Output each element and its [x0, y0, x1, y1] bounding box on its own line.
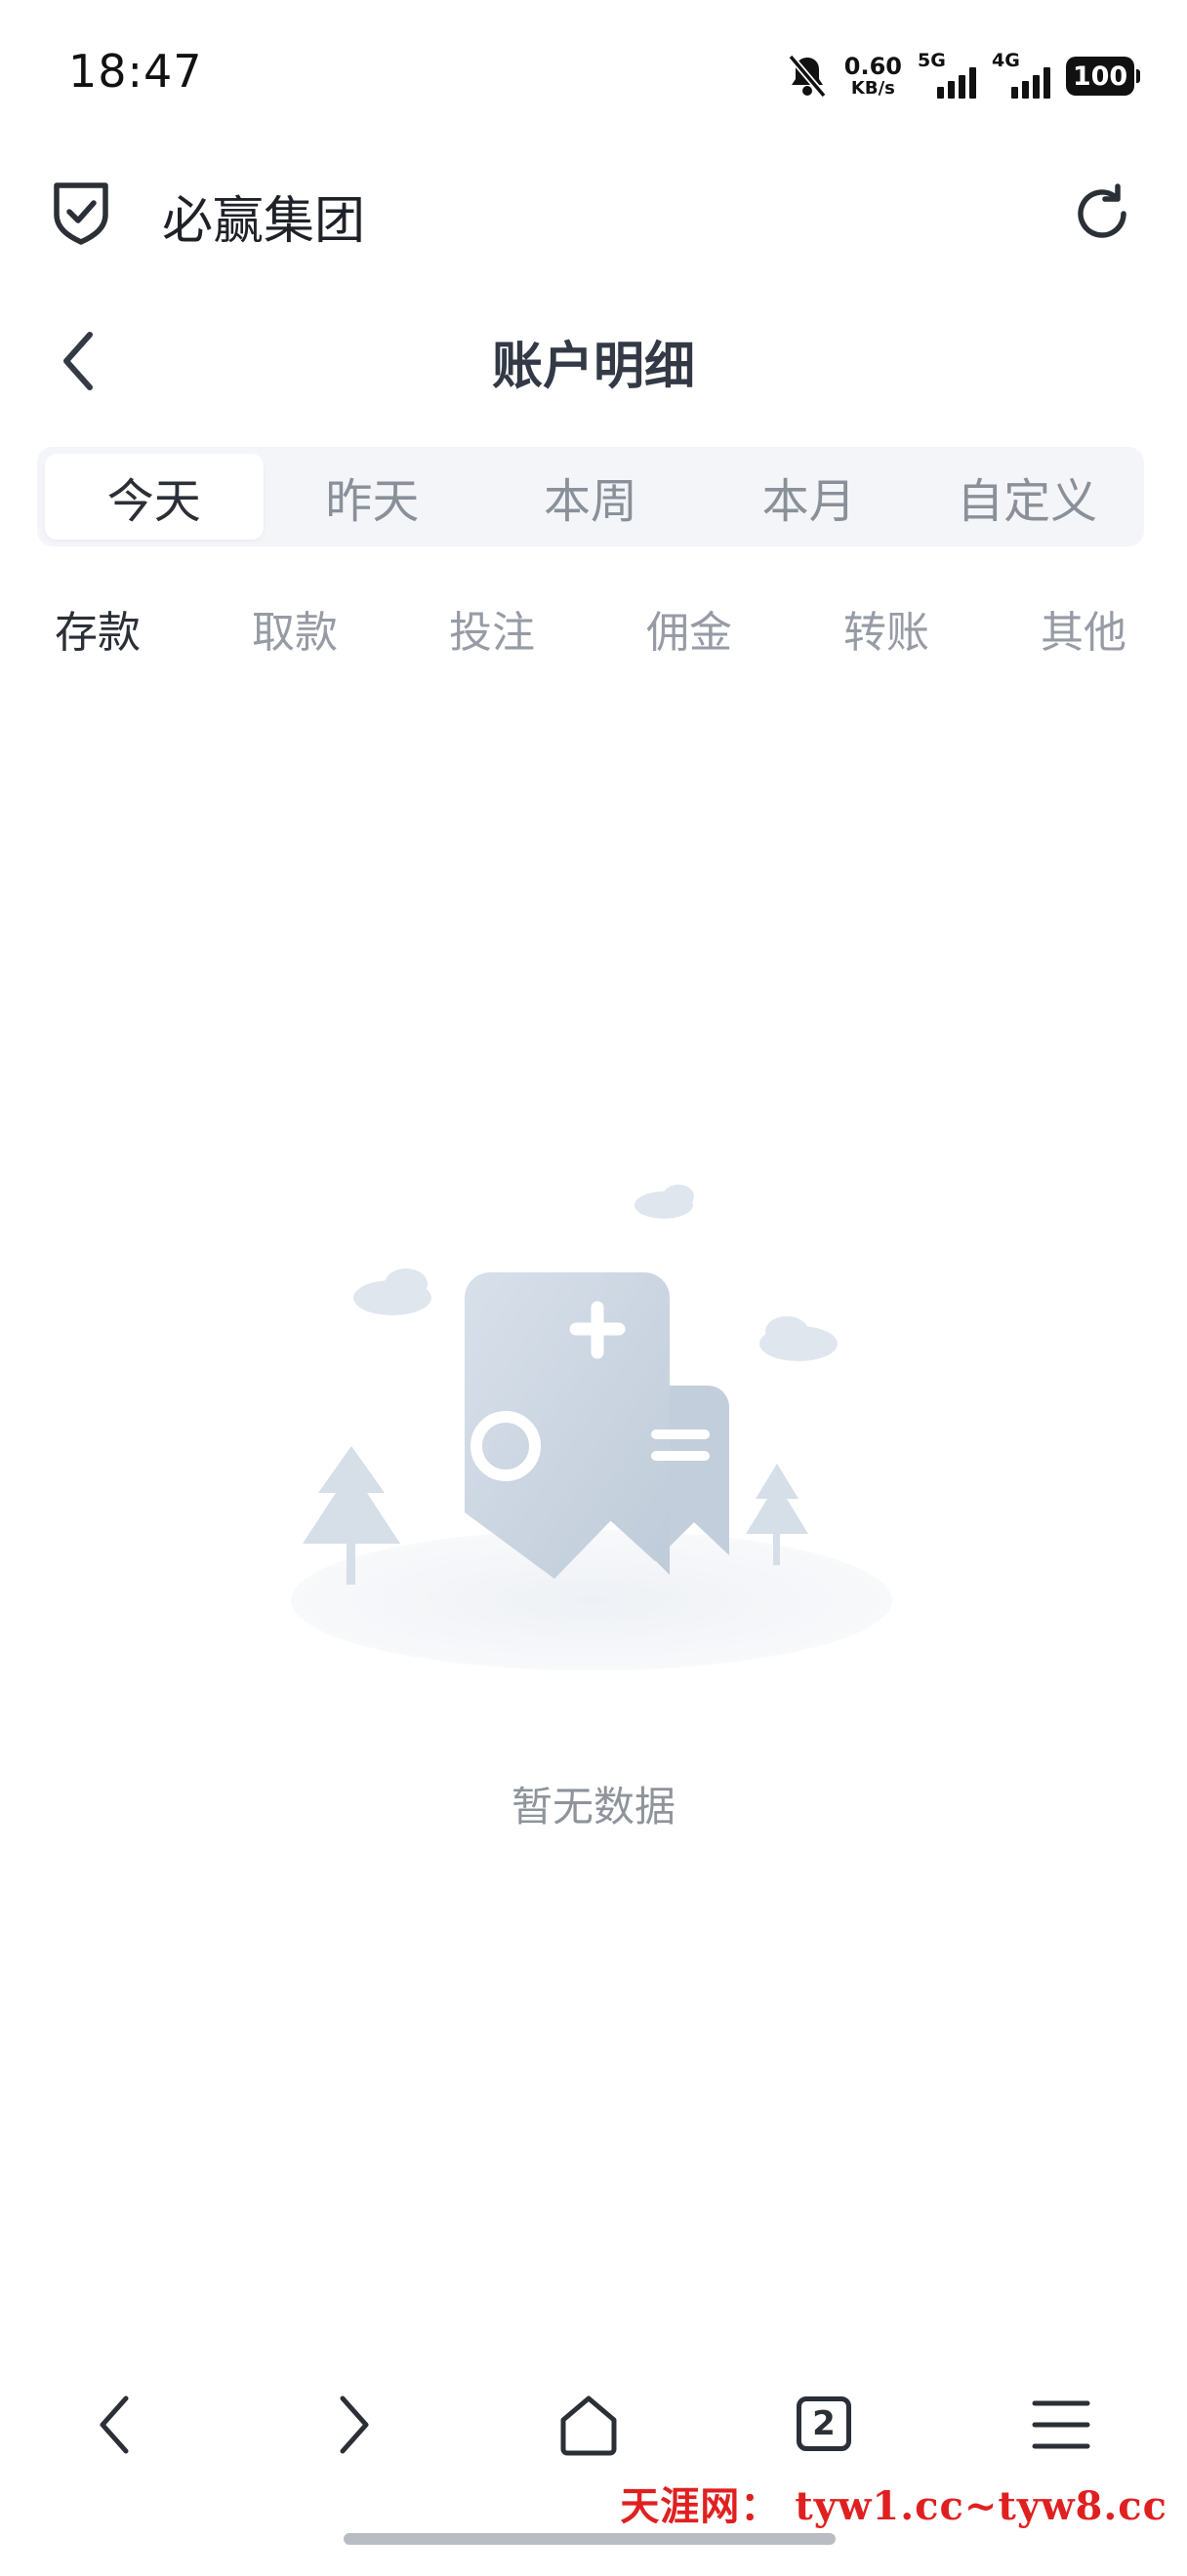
- bell-muted-icon: [788, 54, 827, 99]
- empty-data-illustration: [291, 1185, 892, 1670]
- signal-5g-icon: 5G: [918, 50, 976, 101]
- tab-commission[interactable]: 佣金: [621, 597, 757, 660]
- tab-custom[interactable]: 自定义: [918, 454, 1136, 540]
- browser-back-button[interactable]: [72, 2381, 160, 2469]
- status-time: 18:47: [68, 45, 203, 98]
- tabs-icon: 2: [797, 2396, 851, 2451]
- back-icon: [100, 2395, 129, 2454]
- home-icon: [560, 2395, 617, 2456]
- net-speed-value: 0.60: [843, 53, 902, 80]
- battery-icon: 100: [1066, 57, 1140, 96]
- app-bar: 必赢集团: [0, 156, 1187, 273]
- browser-forward-button[interactable]: [308, 2381, 396, 2469]
- browser-home-button[interactable]: [545, 2381, 633, 2469]
- status-bar: 18:47 0.60 KB/s 5G 4G 100: [0, 0, 1187, 146]
- tab-withdrawal[interactable]: 取款: [226, 597, 363, 660]
- browser-menu-button[interactable]: [1017, 2381, 1105, 2469]
- empty-state-text: 暂无数据: [511, 1783, 675, 1831]
- date-filter-tabs: 今天 昨天 本周 本月 自定义: [37, 447, 1144, 546]
- status-indicators: 0.60 KB/s 5G 4G 100: [786, 49, 1140, 103]
- menu-icon: [1032, 2400, 1090, 2449]
- net-speed: 0.60 KB/s: [844, 55, 902, 98]
- signal-4g-icon: 4G: [992, 50, 1050, 101]
- tab-yesterday[interactable]: 昨天: [264, 454, 482, 540]
- tab-deposit[interactable]: 存款: [29, 597, 166, 660]
- refresh-icon[interactable]: [1070, 181, 1134, 246]
- tab-bets[interactable]: 投注: [424, 597, 560, 660]
- bottom-nav: 2: [0, 2361, 1187, 2488]
- back-chevron-icon[interactable]: [49, 327, 107, 395]
- watermark: 天涯网： tyw1.cc~tyw8.cc: [620, 2483, 1167, 2529]
- page: 18:47 0.60 KB/s 5G 4G 100 必赢集团 账户明细 今天 昨…: [0, 0, 1187, 2576]
- page-title: 账户明细: [491, 338, 695, 396]
- tab-transfer[interactable]: 转账: [818, 597, 955, 660]
- tab-this-week[interactable]: 本周: [481, 454, 700, 540]
- home-indicator[interactable]: [344, 2533, 836, 2545]
- page-header: 账户明细: [0, 307, 1187, 415]
- tab-this-month[interactable]: 本月: [700, 454, 919, 540]
- forward-icon: [340, 2395, 369, 2454]
- tabs-count: 2: [812, 2404, 836, 2443]
- browser-tabs-button[interactable]: 2: [781, 2381, 869, 2469]
- tab-today[interactable]: 今天: [45, 454, 264, 540]
- app-title: 必赢集团: [162, 192, 366, 251]
- category-tabs: 存款 取款 投注 佣金 转账 其他: [0, 597, 1187, 679]
- net-speed-unit: KB/s: [850, 78, 895, 99]
- shield-check-icon[interactable]: [49, 178, 113, 246]
- tab-other[interactable]: 其他: [1015, 597, 1152, 660]
- battery-level: 100: [1072, 60, 1128, 92]
